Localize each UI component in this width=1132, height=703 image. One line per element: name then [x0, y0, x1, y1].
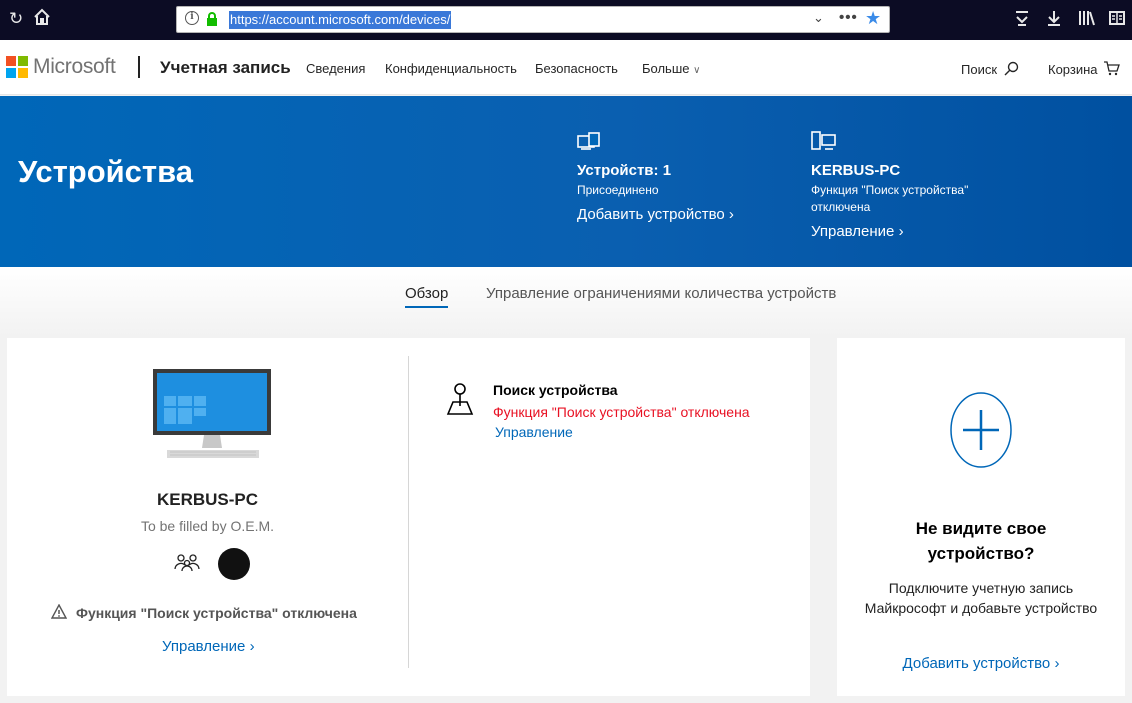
manage-link[interactable]: Управление ›: [811, 223, 904, 240]
manage-link-label: Управление: [811, 223, 895, 240]
add-card-link[interactable]: Добавить устройство ›: [837, 655, 1125, 672]
nav-item-more-label: Больше: [642, 61, 690, 76]
find-status-line1: Функция "Поиск устройства": [811, 183, 969, 197]
devices-count: Устройств: 1: [577, 162, 672, 179]
add-card-title: Не видите свое устройство?: [837, 516, 1125, 566]
chevron-right-icon: ›: [728, 206, 734, 223]
device-warning-text: Функция "Поиск устройства" отключена: [76, 605, 357, 621]
browser-toolbar: ↻ i https://account.microsoft.com/device…: [0, 0, 1132, 40]
warning-icon: [50, 603, 68, 625]
devices-icon: [577, 131, 601, 156]
brand-name[interactable]: Microsoft: [33, 55, 116, 79]
home-icon[interactable]: [33, 8, 51, 31]
address-bar[interactable]: i https://account.microsoft.com/devices/…: [176, 6, 890, 33]
chevron-right-icon: ›: [249, 638, 255, 655]
find-device-title: Поиск устройства: [493, 382, 618, 398]
chevron-right-icon: ›: [1054, 655, 1060, 672]
pocket-icon[interactable]: [1014, 9, 1030, 32]
tab-overview[interactable]: Обзор: [405, 285, 449, 308]
chevron-down-icon[interactable]: ⌄: [813, 10, 824, 26]
add-device-link-label: Добавить устройство: [577, 206, 725, 223]
library-icon[interactable]: [1078, 9, 1096, 32]
search-label: Поиск: [961, 62, 998, 77]
more-icon[interactable]: •••: [839, 9, 858, 26]
device-card: KERBUS-PC To be filled by O.E.M. Функция…: [7, 338, 810, 696]
add-device-card: Не видите свое устройство? Подключите уч…: [837, 338, 1125, 696]
add-card-title-line2: устройство?: [927, 544, 1035, 563]
find-device-icon: [445, 382, 475, 421]
microsoft-logo-icon[interactable]: [6, 56, 28, 78]
reader-icon[interactable]: [1108, 9, 1126, 32]
url-text[interactable]: https://account.microsoft.com/devices/: [229, 11, 452, 29]
info-icon[interactable]: i: [185, 11, 199, 25]
device-manage-link[interactable]: Управление ›: [162, 638, 255, 655]
family-icon[interactable]: [174, 552, 200, 577]
add-card-link-label: Добавить устройство: [902, 655, 1051, 672]
lock-icon: [206, 12, 218, 32]
search-button[interactable]: Поиск: [961, 61, 1019, 77]
nav-item-info[interactable]: Сведения: [306, 61, 365, 76]
chevron-down-icon: ∨: [693, 65, 701, 76]
pc-icon: [811, 131, 837, 156]
chevron-right-icon: ›: [898, 223, 904, 240]
add-icon[interactable]: [949, 392, 1013, 477]
nav-item-privacy[interactable]: Конфиденциальность: [385, 61, 517, 76]
add-card-description: Подключите учетную запись Майкрософт и д…: [864, 580, 1098, 616]
find-status-line2: отключена: [811, 200, 871, 214]
monitor-icon: [152, 368, 274, 468]
add-card-title-line1: Не видите свое: [915, 519, 1047, 538]
tab-device-limits[interactable]: Управление ограничениями количества устр…: [486, 285, 836, 302]
devices-connected-label: Присоединено: [577, 183, 659, 197]
pc-name: KERBUS-PC: [811, 162, 901, 179]
device-model: To be filled by O.E.M.: [140, 518, 275, 534]
add-device-link[interactable]: Добавить устройство ›: [577, 206, 734, 223]
card-divider: [408, 356, 409, 668]
header-divider: [138, 56, 140, 78]
site-header: Microsoft Учетная запись Сведения Конфид…: [0, 40, 1132, 95]
device-manage-label: Управление: [162, 638, 246, 655]
hero-banner: Устройства Устройств: 1 Присоединено Доб…: [0, 96, 1132, 267]
download-icon[interactable]: [1046, 9, 1062, 32]
nav-item-security[interactable]: Безопасность: [535, 61, 618, 76]
search-icon: [1004, 61, 1018, 76]
nav-item-more[interactable]: Больше ∨: [642, 61, 700, 76]
device-name: KERBUS-PC: [156, 490, 259, 509]
cart-button[interactable]: Корзина: [1048, 61, 1121, 77]
avatar[interactable]: [218, 548, 250, 580]
cart-icon: [1104, 61, 1121, 76]
tabs-bar: Обзор Управление ограничениями количеств…: [0, 267, 1132, 337]
reload-icon[interactable]: ↻: [9, 9, 23, 29]
cart-label: Корзина: [1048, 62, 1098, 77]
bookmark-star-icon[interactable]: ★: [865, 8, 881, 29]
find-device-status: Функция "Поиск устройства" отключена: [493, 404, 750, 420]
section-title[interactable]: Учетная запись: [160, 58, 291, 78]
page-title: Устройства: [18, 154, 193, 189]
find-device-manage-link[interactable]: Управление: [495, 424, 573, 440]
